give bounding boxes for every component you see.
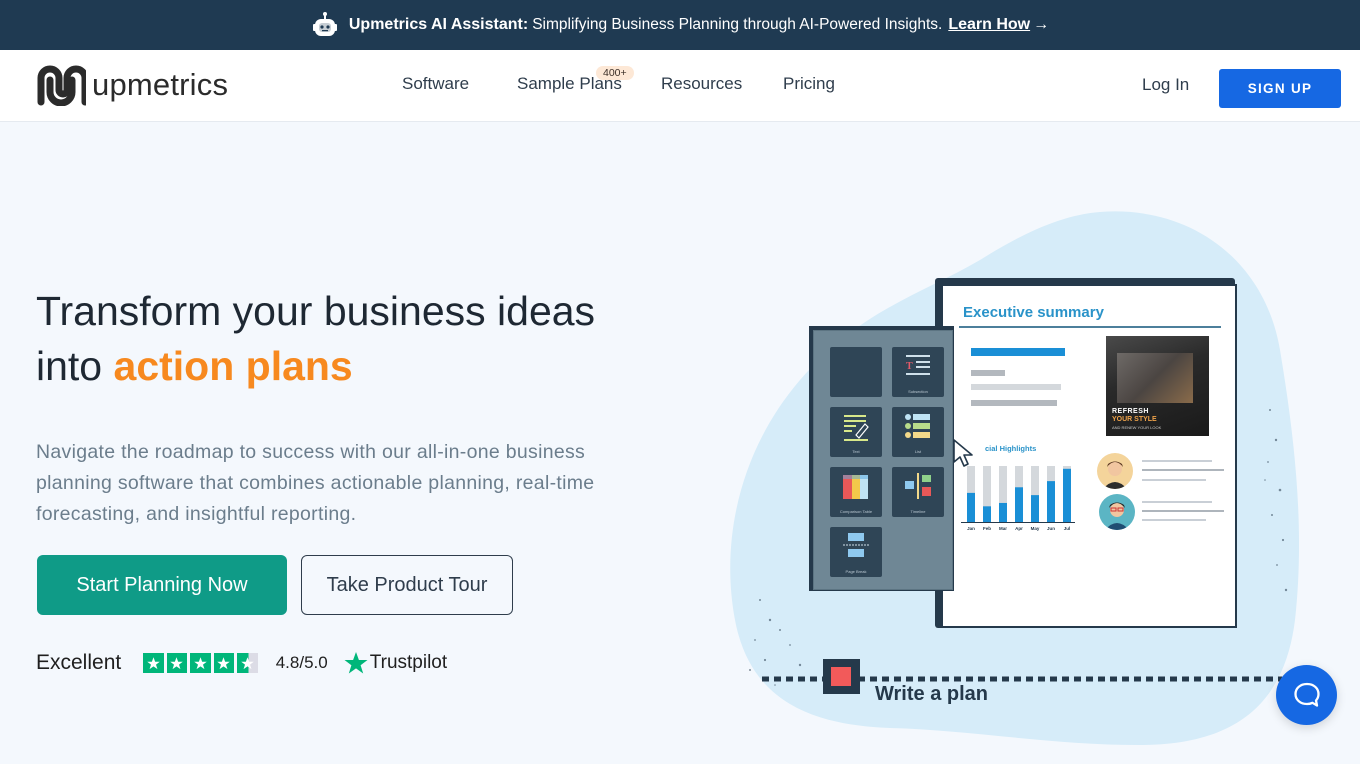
mini-chart-bar (1063, 468, 1071, 522)
mini-chart-month-label: Jan (967, 526, 975, 531)
robot-icon (312, 12, 337, 36)
photo-image (1117, 353, 1193, 403)
tile-label: List (914, 449, 922, 454)
site-header: upmetrics Software Sample Plans 400+ Res… (0, 50, 1360, 122)
block-tile-timeline: Timeline (892, 467, 944, 517)
rating-star (166, 652, 188, 674)
mini-chart-bar (983, 506, 991, 522)
learn-how-link[interactable]: Learn How (948, 16, 1030, 34)
rating-score: 4.8/5.0 (275, 653, 328, 672)
avatar-1 (1097, 453, 1133, 489)
block-tile-subsection: T Subsection (892, 347, 944, 397)
block-tile-blank (830, 347, 882, 397)
logo[interactable]: upmetrics (36, 64, 228, 106)
hero-subheadline: Navigate the roadmap to success with our… (36, 441, 595, 525)
tile-label: Comparison Table (839, 509, 873, 514)
mini-chart-bar (1047, 481, 1055, 522)
nav-resources[interactable]: Resources (661, 74, 742, 94)
rating-star (213, 652, 235, 674)
photo-text-1: REFRESH (1112, 408, 1149, 415)
mini-chart-bar (1031, 495, 1039, 522)
mini-chart-month-label: Jul (1064, 526, 1071, 531)
avatar-1-line (1142, 479, 1206, 481)
mini-bar-chart: Jan Feb Mar Apr May Jun Jul (961, 466, 1075, 531)
mini-chart-bar (1015, 487, 1023, 522)
step-label: Write a plan (875, 683, 988, 705)
photo-text-3: AND RENEW YOUR LOOK (1112, 425, 1162, 430)
svg-text:T: T (906, 361, 913, 372)
nav-pricing[interactable]: Pricing (783, 74, 835, 94)
start-planning-button[interactable]: Start Planning Now (37, 555, 287, 615)
signup-button[interactable]: SIGN UP (1219, 69, 1341, 108)
arrow-right-icon: → (1033, 16, 1050, 33)
block-tile-comparison-table: Comparison Table (830, 467, 882, 517)
mouse-cursor-icon (953, 439, 973, 467)
rating-stars (143, 652, 258, 674)
chat-launcher-button[interactable] (1276, 665, 1337, 725)
mini-chart-month-label: Mar (999, 526, 1007, 531)
block-tile-page-break: Page Break (830, 527, 882, 577)
mini-chart-title: cial Highlights (985, 444, 1037, 453)
mini-chart-month-label: Feb (983, 526, 991, 531)
tile-label: Page Break (845, 569, 867, 574)
mini-chart-month-label: Apr (1015, 526, 1023, 531)
mini-chart-bar (967, 492, 975, 522)
doc-title-rule (959, 326, 1221, 328)
announcement-bar: Upmetrics AI Assistant: Simplifying Busi… (0, 0, 1360, 50)
tile-label: Subsection (908, 389, 928, 394)
avatar-2-line (1142, 510, 1224, 512)
avatar-2 (1099, 494, 1135, 530)
rating-star (143, 652, 164, 674)
doc-text-line (971, 400, 1057, 406)
hero-headline: Transform your business ideas into actio… (36, 284, 595, 394)
block-tile-list: List (892, 407, 944, 457)
upmetrics-logo-icon (37, 65, 86, 106)
announcement-title: Upmetrics AI Assistant: (348, 16, 529, 33)
mini-chart-month-label: Jun (1047, 526, 1055, 531)
avatar-2-line (1142, 519, 1206, 521)
trustpilot-star-icon (344, 652, 368, 674)
rating-star (237, 652, 258, 674)
hero-illustration: Executive summary REFRESH YOUR STYLE AND… (720, 200, 1320, 760)
block-tile-text: Text (830, 407, 882, 457)
block-panel: T Subsection Text List Comparison Table … (813, 330, 953, 590)
avatar-1-line (1142, 469, 1224, 471)
headline-accent: action plans (113, 343, 353, 389)
headline-line-2-start: into (36, 343, 103, 389)
rating-label: Excellent (36, 651, 122, 674)
logo-wordmark: upmetrics (92, 67, 229, 102)
announcement-description: Simplifying Business Planning through AI… (532, 16, 943, 33)
login-link[interactable]: Log In (1142, 75, 1189, 95)
tile-label: Timeline (910, 509, 926, 514)
headline-line-1: Transform your business ideas (36, 288, 596, 334)
mini-chart-bar (999, 502, 1007, 522)
tile-label: Text (852, 449, 860, 454)
rating-star (190, 652, 211, 674)
photo-text-2: YOUR STYLE (1112, 416, 1157, 423)
trustpilot-wordmark: Trustpilot (369, 652, 448, 673)
doc-photo: REFRESH YOUR STYLE AND RENEW YOUR LOOK (1106, 336, 1209, 436)
sample-plans-count-badge: 400+ (596, 66, 634, 80)
doc-title: Executive summary (963, 304, 1104, 321)
product-tour-button[interactable]: Take Product Tour (301, 555, 513, 615)
doc-text-line (971, 384, 1061, 390)
mini-chart-month-label: May (1031, 526, 1040, 531)
step-marker (823, 659, 860, 694)
nav-software[interactable]: Software (402, 74, 469, 94)
trustpilot-rating[interactable]: Excellent 4.8/5.0 Trustpilot (36, 648, 447, 678)
avatar-2-line (1142, 501, 1212, 503)
avatar-1-line (1142, 460, 1212, 462)
trustpilot-logo: Trustpilot (344, 651, 447, 675)
chat-bubble-icon (1293, 682, 1320, 707)
doc-text-line (971, 370, 1005, 376)
doc-heading-bar (971, 348, 1065, 356)
